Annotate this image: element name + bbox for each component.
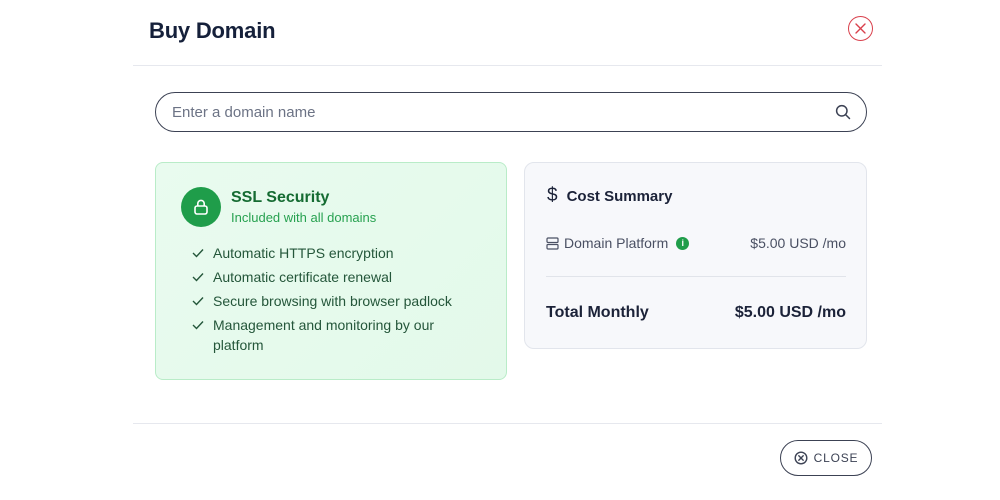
- check-icon: [192, 315, 206, 335]
- list-item: Automatic HTTPS encryption: [192, 243, 482, 263]
- total-row: Total Monthly $5.00 USD /mo: [546, 304, 846, 322]
- list-item: Automatic certificate renewal: [192, 267, 482, 287]
- close-icon[interactable]: [848, 16, 873, 41]
- list-item: Management and monitoring by our platfor…: [192, 315, 482, 355]
- line-item-label: Domain Platform: [564, 235, 669, 251]
- total-price: $5.00 USD /mo: [734, 304, 846, 321]
- list-item: Secure browsing with browser padlock: [192, 291, 482, 311]
- feature-text: Automatic HTTPS encryption: [213, 245, 394, 261]
- ssl-feature-list: Automatic HTTPS encryption Automatic cer…: [192, 243, 482, 359]
- check-icon: [192, 291, 206, 311]
- lock-icon: [181, 187, 221, 227]
- cost-summary-title: Cost Summary: [566, 187, 673, 205]
- check-icon: [192, 243, 206, 263]
- feature-text: Secure browsing with browser padlock: [213, 293, 452, 309]
- feature-text: Automatic certificate renewal: [213, 269, 392, 285]
- domain-search-box: [155, 92, 867, 132]
- domain-search-input[interactable]: [172, 103, 834, 121]
- ssl-security-card: SSL Security Included with all domains A…: [155, 162, 507, 380]
- server-icon: [546, 236, 560, 250]
- dollar-icon: $: [547, 185, 558, 206]
- feature-text: Management and monitoring by our platfor…: [213, 317, 435, 353]
- header-divider: [133, 65, 882, 66]
- search-icon[interactable]: [834, 103, 852, 121]
- buy-domain-dialog: Buy Domain SSL Security Included with al…: [133, 0, 882, 500]
- close-circle-icon: [794, 451, 808, 465]
- line-item-price: $5.00 USD /mo: [750, 235, 846, 251]
- dialog-title: Buy Domain: [149, 18, 276, 43]
- info-icon[interactable]: i: [676, 236, 690, 250]
- ssl-subtitle: Included with all domains: [231, 210, 377, 225]
- footer-divider: [133, 423, 882, 424]
- ssl-title: SSL Security: [231, 189, 330, 206]
- total-label: Total Monthly: [546, 304, 649, 321]
- cost-summary-header: $ Cost Summary: [547, 185, 672, 207]
- close-button[interactable]: CLOSE: [780, 440, 872, 476]
- close-button-label: CLOSE: [813, 451, 859, 465]
- cost-divider: [546, 276, 846, 277]
- check-icon: [192, 267, 206, 287]
- line-item-domain-platform: Domain Platform i $5.00 USD /mo: [546, 235, 846, 251]
- cost-summary-card: $ Cost Summary Domain Platform i $5.00 U…: [524, 162, 867, 349]
